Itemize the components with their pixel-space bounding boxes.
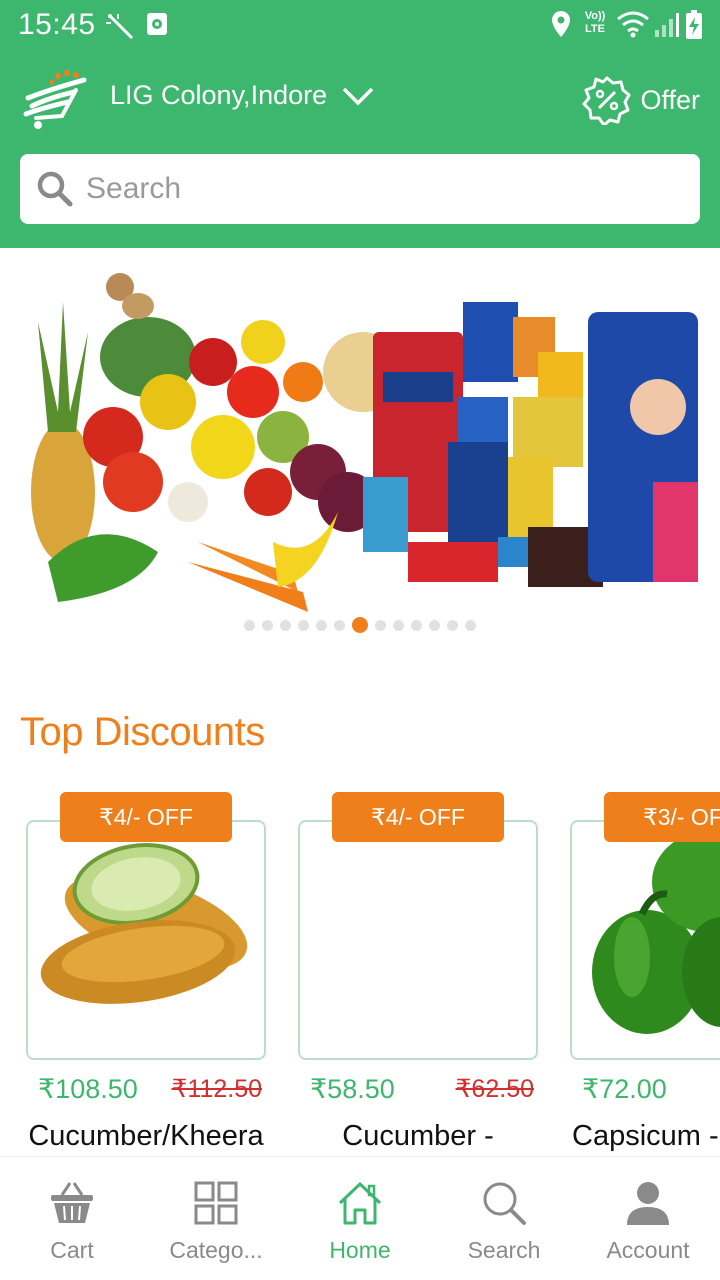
offer-label: Offer: [640, 84, 700, 115]
nav-cart[interactable]: Cart: [0, 1157, 144, 1280]
product-image-frame[interactable]: [26, 820, 266, 1060]
chevron-down-icon: [342, 87, 374, 105]
location-selector[interactable]: LIG Colony,Indore: [110, 80, 375, 111]
carousel-dot[interactable]: [375, 619, 386, 631]
nav-search-label: Search: [467, 1237, 541, 1263]
search-icon: [37, 171, 73, 207]
carousel-dot[interactable]: [465, 619, 476, 631]
app-logo-icon[interactable]: [22, 70, 92, 130]
promo-banner[interactable]: [18, 262, 702, 632]
carousel-dots[interactable]: [0, 617, 720, 633]
carousel-dot[interactable]: [316, 619, 327, 631]
product-price: ₹108.50: [38, 1074, 138, 1104]
carousel-dot[interactable]: [244, 619, 255, 631]
carousel-dot[interactable]: [280, 619, 291, 631]
search-input[interactable]: [86, 172, 646, 206]
carousel-dot[interactable]: [393, 619, 404, 631]
product-card[interactable]: ₹4/- OFF ₹108.50 ₹112.50 Cucumber/Kheera: [26, 790, 266, 1152]
capsicum-image: [592, 832, 720, 1034]
section-title: Top Discounts: [20, 710, 265, 754]
carousel-dot-active[interactable]: [352, 617, 368, 633]
nav-account-label: Account: [606, 1237, 690, 1263]
groceries-banner-image: [31, 273, 698, 612]
discount-badge: ₹4/- OFF: [332, 792, 504, 842]
location-pin-icon: [552, 11, 570, 37]
screen-record-icon: [147, 13, 167, 35]
carousel-dot[interactable]: [262, 619, 273, 631]
search-icon: [483, 1182, 526, 1225]
carousel-dot[interactable]: [298, 619, 309, 631]
volte-icon: Vo)) LTE: [584, 10, 606, 35]
carousel-dot[interactable]: [411, 619, 422, 631]
status-bar: 15:45 Vo)) LTE: [0, 0, 720, 50]
product-card[interactable]: ₹3/- OFF ₹72.00 Capsicum -: [570, 790, 720, 1152]
status-time: 15:45: [18, 8, 96, 41]
nav-category-label: Catego...: [169, 1237, 263, 1263]
nav-category[interactable]: Catego...: [144, 1157, 288, 1280]
app-header: LIG Colony,Indore Offer: [0, 50, 720, 248]
nav-cart-label: Cart: [50, 1237, 94, 1263]
product-mrp: ₹62.50: [455, 1075, 534, 1103]
nav-home[interactable]: Home: [288, 1157, 432, 1280]
search-bar[interactable]: [20, 154, 700, 224]
product-price: ₹72.00: [582, 1074, 667, 1104]
discount-badge: ₹4/- OFF: [60, 792, 232, 842]
product-mrp: ₹112.50: [171, 1075, 262, 1103]
discount-badge-icon: [582, 76, 631, 125]
bottom-nav: Cart Catego... Home Search Account: [0, 1156, 720, 1280]
product-carousel[interactable]: ₹4/- OFF ₹108.50 ₹112.50 Cucumber/Kheera…: [0, 790, 720, 1160]
carousel-dot[interactable]: [447, 619, 458, 631]
product-name: Cucumber -: [342, 1120, 494, 1152]
product-name: Capsicum -: [572, 1120, 719, 1152]
discount-badge: ₹3/- OFF: [604, 792, 720, 842]
magic-wand-icon: [106, 14, 134, 40]
product-price: ₹58.50: [310, 1074, 395, 1104]
offer-button[interactable]: Offer: [582, 75, 700, 125]
user-icon: [627, 1182, 669, 1225]
location-label: LIG Colony,Indore: [110, 80, 328, 110]
product-name: Cucumber/Kheera: [28, 1120, 264, 1152]
nav-account[interactable]: Account: [576, 1157, 720, 1280]
nav-search[interactable]: Search: [432, 1157, 576, 1280]
product-image-frame[interactable]: [298, 820, 538, 1060]
battery-charging-icon: [686, 10, 702, 39]
carousel-dot[interactable]: [334, 619, 345, 631]
grid-icon: [194, 1181, 238, 1225]
cucumber-image: [40, 843, 248, 1004]
product-image-frame[interactable]: [570, 820, 720, 1060]
nav-home-label: Home: [329, 1237, 391, 1263]
home-icon: [338, 1182, 382, 1225]
product-card[interactable]: ₹4/- OFF ₹58.50 ₹62.50 Cucumber -: [298, 790, 538, 1152]
signal-icon: [655, 13, 679, 37]
basket-icon: [51, 1182, 93, 1223]
wifi-icon: [617, 11, 649, 38]
carousel-dot[interactable]: [429, 619, 440, 631]
